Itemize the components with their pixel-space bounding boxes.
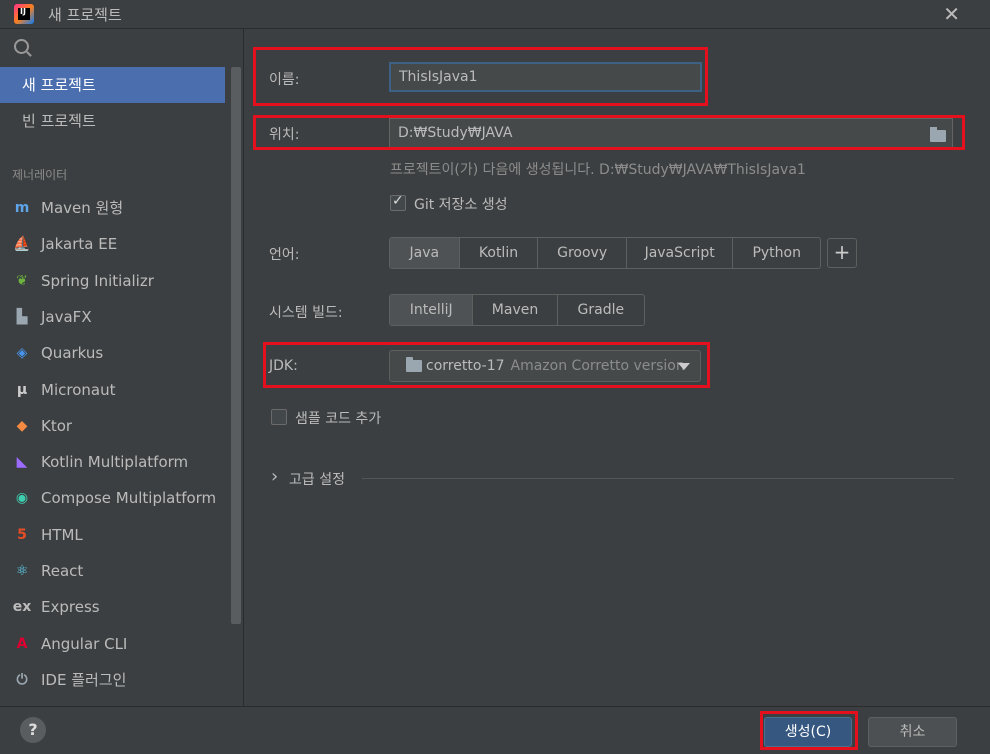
window-title: 새 프로젝트 — [48, 6, 122, 24]
compose-icon: ◉ — [15, 490, 29, 507]
express-icon: ex — [12, 599, 32, 616]
quarkus-icon: ◈ — [16, 345, 28, 362]
sidebar-item-kotlin[interactable]: ◣ Kotlin Multiplatform — [12, 444, 189, 480]
build-option-intellij[interactable]: IntelliJ — [390, 295, 474, 325]
git-checkbox-label: Git 저장소 생성 — [414, 197, 508, 213]
jdk-folder-icon — [406, 357, 422, 372]
generator-label: Compose Multiplatform — [41, 489, 217, 508]
generator-label: Kotlin Multiplatform — [41, 453, 189, 472]
chevron-right-icon[interactable]: › — [271, 466, 278, 487]
sidebar-item-jakarta[interactable]: ⛵ Jakarta EE — [12, 226, 117, 262]
language-option-python[interactable]: Python — [733, 238, 820, 268]
intellij-app-icon: IJ — [14, 4, 34, 24]
location-hint: 프로젝트이(가) 다음에 생성됩니다. D:₩Study₩JAVA₩ThisIs… — [390, 162, 806, 178]
micronaut-icon: μ — [16, 381, 28, 398]
generator-label: Jakarta EE — [41, 235, 118, 254]
html-icon: 5 — [17, 526, 27, 543]
sidebar: 새 프로젝트 빈 프로젝트 제너레이터 m Maven 원형 ⛵ Jakarta EE… — [0, 29, 244, 706]
jdk-name: corretto-17 — [426, 358, 505, 374]
react-icon: ⚛ — [15, 563, 29, 579]
generator-label: Maven 원형 — [41, 199, 124, 217]
sidebar-item-empty-project[interactable]: 빈 프로젝트 — [0, 103, 225, 139]
search-icon — [14, 39, 29, 54]
jdk-label: JDK: — [269, 358, 298, 374]
build-system-label: 시스템 빌드: — [269, 305, 343, 321]
add-language-button[interactable]: + — [827, 238, 857, 268]
maven-icon: m — [14, 200, 30, 216]
generator-label: Quarkus — [41, 344, 104, 363]
generator-label: Spring Initializr — [41, 271, 154, 290]
sidebar-item-quarkus[interactable]: ◈ Quarkus — [12, 335, 104, 371]
advanced-divider — [362, 478, 954, 479]
build-option-maven[interactable]: Maven — [473, 295, 558, 325]
sidebar-search[interactable] — [0, 29, 243, 65]
language-selector: Java Kotlin Groovy JavaScript Python — [389, 237, 821, 269]
generator-label: JavaFX — [41, 307, 92, 326]
title-bar: IJ 새 프로젝트 ✕ — [0, 0, 990, 29]
sidebar-item-ktor[interactable]: ◆ Ktor — [12, 408, 72, 444]
jakarta-icon: ⛵ — [13, 236, 31, 253]
ktor-icon: ◆ — [16, 417, 28, 434]
sidebar-item-angular[interactable]: A Angular CLI — [12, 626, 128, 662]
sidebar-item-maven[interactable]: m Maven 원형 — [12, 190, 123, 226]
chevron-down-icon — [678, 363, 690, 370]
kotlin-icon: ◣ — [16, 454, 28, 471]
sidebar-item-html[interactable]: 5 HTML — [12, 517, 83, 553]
dialog-footer: ? 생성(C) 취소 — [0, 706, 990, 754]
jdk-dropdown[interactable]: corretto-17 Amazon Corretto version — [389, 350, 701, 382]
location-input[interactable]: D:₩Study₩JAVA — [389, 118, 953, 148]
generator-label: Express — [41, 598, 100, 617]
sidebar-item-compose[interactable]: ◉ Compose Multiplatform — [12, 480, 216, 516]
sidebar-item-spring[interactable]: ❦ Spring Initializr — [12, 263, 154, 299]
cancel-button[interactable]: 취소 — [868, 717, 957, 747]
sidebar-item-plugin[interactable]: ⏻ IDE 플러그인 — [12, 662, 126, 698]
close-icon[interactable]: ✕ — [943, 2, 960, 26]
sample-code-checkbox[interactable] — [271, 409, 287, 425]
language-option-groovy[interactable]: Groovy — [538, 238, 627, 268]
sidebar-item-express[interactable]: ex Express — [12, 589, 100, 625]
create-button[interactable]: 생성(C) — [764, 717, 852, 747]
language-option-javascript[interactable]: JavaScript — [627, 238, 734, 268]
sidebar-item-javafx[interactable]: ▙ JavaFX — [12, 299, 92, 335]
location-value: D:₩Study₩JAVA — [398, 125, 513, 141]
help-button[interactable]: ? — [20, 717, 46, 743]
build-option-gradle[interactable]: Gradle — [558, 295, 644, 325]
git-checkbox[interactable] — [390, 193, 406, 211]
jdk-detail: Amazon Corretto version — [510, 358, 685, 374]
language-option-java[interactable]: Java — [390, 238, 460, 268]
build-system-selector: IntelliJ Maven Gradle — [389, 294, 645, 326]
name-label: 이름: — [269, 72, 300, 88]
language-label: 언어: — [269, 247, 300, 263]
sidebar-item-react[interactable]: ⚛ React — [12, 553, 84, 589]
generator-label: React — [41, 562, 84, 580]
spring-icon: ❦ — [16, 272, 28, 289]
generator-label: HTML — [41, 525, 83, 544]
sidebar-item-micronaut[interactable]: μ Micronaut — [12, 372, 116, 408]
generators-section-label: 제너레이터 — [12, 168, 68, 182]
angular-icon: A — [16, 635, 28, 652]
sample-code-label: 샘플 코드 추가 — [295, 411, 382, 427]
project-form: 이름: ThisIsJava1 위치: D:₩Study₩JAVA 프로젝트이(… — [244, 29, 990, 706]
generator-label: Ktor — [41, 416, 73, 435]
generator-label: Angular CLI — [41, 634, 128, 653]
browse-folder-icon[interactable] — [930, 127, 946, 142]
generator-label: Micronaut — [41, 380, 116, 399]
sidebar-item-new-project[interactable]: 새 프로젝트 — [0, 67, 225, 103]
name-input[interactable]: ThisIsJava1 — [389, 62, 702, 92]
location-label: 위치: — [269, 127, 300, 143]
plugin-icon: ⏻ — [16, 671, 28, 688]
advanced-settings-toggle[interactable]: 고급 설정 — [289, 469, 345, 489]
sidebar-scrollbar[interactable] — [231, 67, 241, 624]
language-option-kotlin[interactable]: Kotlin — [460, 238, 539, 268]
generator-label: IDE 플러그인 — [41, 670, 127, 689]
javafx-icon: ▙ — [16, 308, 28, 325]
